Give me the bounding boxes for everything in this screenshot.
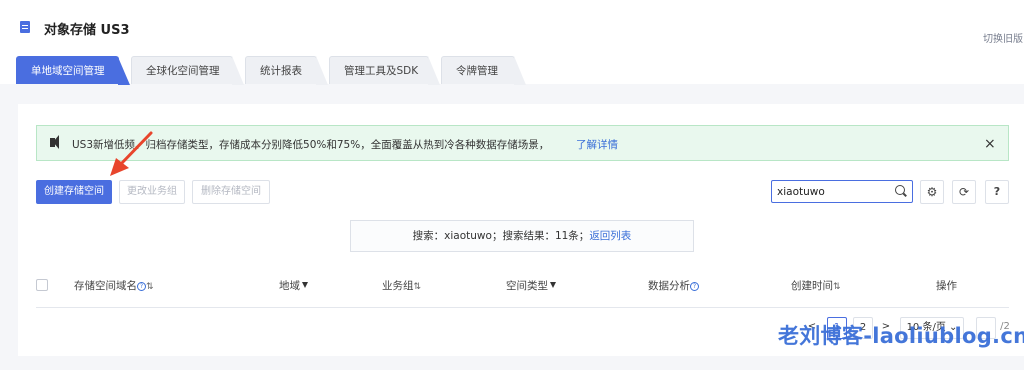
document-icon (20, 21, 30, 33)
search-input[interactable] (777, 184, 887, 199)
column-business-group[interactable]: 业务组⇅ (382, 278, 421, 293)
create-bucket-button[interactable]: 创建存储空间 (36, 180, 112, 204)
column-data-analysis: 数据分析? (648, 278, 699, 293)
help-icon[interactable]: ? (137, 282, 146, 291)
sort-icon[interactable]: ⇅ (146, 282, 154, 292)
speaker-icon (50, 135, 59, 149)
tab-statistics[interactable]: 统计报表 (245, 56, 328, 85)
filter-icon[interactable] (550, 282, 556, 288)
tab-bar: 单地域空间管理 全球化空间管理 统计报表 管理工具及SDK 令牌管理 (0, 56, 1024, 85)
search-result-box: 搜索：xiaotuwo；搜索结果：11条；返回列表 (350, 220, 694, 252)
sort-icon[interactable]: ⇅ (833, 282, 841, 292)
watermark-text: 老刘博客-laoliublog.cn (778, 324, 1024, 348)
help-icon[interactable]: ? (690, 282, 699, 291)
notice-details-link[interactable]: 了解详情 (576, 137, 618, 152)
page-title: 对象存储 US3 (44, 23, 130, 38)
notice-text: US3新增低频、归档存储类型，存储成本分别降低50%和75%，全面覆盖从热到冷各… (72, 139, 550, 151)
table-header: 存储空间域名? ⇅ 地域 业务组⇅ 空间类型 数据分析? 创建时间⇅ 操作 (36, 272, 1009, 308)
search-icon[interactable] (895, 185, 905, 195)
column-bucket-domain[interactable]: 存储空间域名? ⇅ (74, 278, 154, 293)
switch-old-version-link[interactable]: 切换旧版 (983, 30, 1023, 45)
tab-tools-sdk[interactable]: 管理工具及SDK (329, 56, 440, 85)
column-bucket-type[interactable]: 空间类型 (506, 278, 556, 293)
search-box (771, 180, 913, 203)
column-region[interactable]: 地域 (279, 278, 308, 293)
close-icon[interactable]: × (984, 136, 996, 152)
sort-icon[interactable]: ⇅ (414, 282, 422, 292)
tab-global[interactable]: 全球化空间管理 (131, 56, 244, 85)
column-actions: 操作 (936, 280, 957, 292)
notice-banner: US3新增低频、归档存储类型，存储成本分别降低50%和75%，全面覆盖从热到冷各… (36, 125, 1009, 161)
select-all-checkbox[interactable] (36, 279, 48, 291)
delete-bucket-button[interactable]: 删除存储空间 (192, 180, 270, 204)
refresh-icon[interactable]: ⟳ (952, 180, 976, 204)
tab-token[interactable]: 令牌管理 (441, 56, 526, 85)
help-icon[interactable]: ? (985, 180, 1009, 204)
tab-single-region[interactable]: 单地域空间管理 (16, 56, 130, 85)
filter-icon[interactable] (302, 282, 308, 288)
top-bar: 对象存储 US3 切换旧版 (0, 0, 1024, 56)
gear-icon[interactable]: ⚙ (920, 180, 944, 204)
back-to-list-link[interactable]: 返回列表 (589, 230, 631, 242)
column-created-time[interactable]: 创建时间⇅ (791, 278, 841, 293)
change-group-button[interactable]: 更改业务组 (119, 180, 185, 204)
search-result-text: 搜索：xiaotuwo；搜索结果：11条； (412, 230, 590, 242)
